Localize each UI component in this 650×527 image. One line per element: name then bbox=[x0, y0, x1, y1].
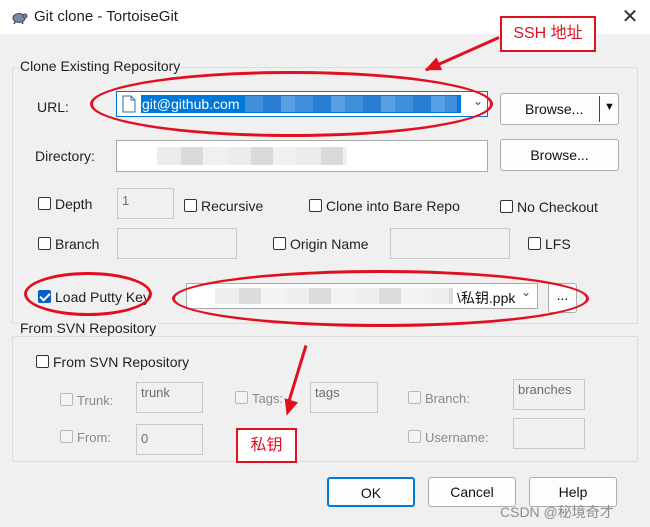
putty-key-highlight-circle bbox=[172, 270, 589, 327]
url-browse-split-button[interactable]: Browse... ▼ bbox=[500, 93, 619, 125]
depth-input[interactable]: 1 bbox=[117, 188, 174, 219]
depth-label: Depth bbox=[55, 196, 93, 212]
origin-name-checkbox[interactable] bbox=[273, 237, 286, 250]
origin-name-input[interactable] bbox=[390, 228, 510, 259]
branch-checkbox[interactable] bbox=[38, 237, 51, 250]
from-checkbox[interactable] bbox=[60, 430, 73, 443]
tags-checkbox[interactable] bbox=[235, 391, 248, 404]
tags-input[interactable]: tags bbox=[310, 382, 378, 413]
svn-branch-checkbox[interactable] bbox=[408, 391, 421, 404]
split-divider bbox=[599, 96, 600, 122]
branch-input[interactable] bbox=[117, 228, 237, 259]
ok-button[interactable]: OK bbox=[327, 477, 415, 507]
directory-browse-button[interactable]: Browse... bbox=[500, 139, 619, 171]
depth-checkbox[interactable] bbox=[38, 197, 51, 210]
trunk-input[interactable]: trunk bbox=[136, 382, 203, 413]
from-svn-label: From SVN Repository bbox=[53, 354, 190, 370]
recursive-checkbox[interactable] bbox=[184, 199, 197, 212]
ssh-address-annotation: SSH 地址 bbox=[500, 16, 596, 52]
url-browse-label[interactable]: Browse... bbox=[525, 101, 583, 117]
bare-repo-label: Clone into Bare Repo bbox=[326, 198, 460, 214]
directory-redacted-text bbox=[157, 147, 347, 165]
tags-label: Tags: bbox=[252, 391, 284, 406]
url-label: URL: bbox=[37, 99, 69, 115]
trunk-label: Trunk: bbox=[77, 393, 114, 408]
csdn-watermark: CSDN @秘境奇才 bbox=[500, 504, 614, 520]
svn-group-label: From SVN Repository bbox=[18, 320, 159, 336]
username-checkbox[interactable] bbox=[408, 430, 421, 443]
close-button[interactable]: ✕ bbox=[614, 2, 646, 32]
recursive-label: Recursive bbox=[201, 198, 264, 214]
private-key-annotation: 私钥 bbox=[236, 428, 297, 463]
bare-repo-checkbox[interactable] bbox=[309, 199, 322, 212]
tortoisegit-logo-icon bbox=[12, 13, 28, 25]
directory-input[interactable] bbox=[116, 140, 488, 172]
username-input[interactable] bbox=[513, 418, 585, 449]
url-highlight-circle bbox=[90, 71, 493, 137]
svn-branch-input[interactable]: branches bbox=[513, 379, 585, 410]
username-label: Username: bbox=[425, 430, 489, 445]
clone-existing-group-label: Clone Existing Repository bbox=[18, 58, 183, 74]
lfs-checkbox[interactable] bbox=[528, 237, 541, 250]
url-browse-dropdown-arrow-icon[interactable]: ▼ bbox=[604, 101, 615, 113]
origin-name-label: Origin Name bbox=[290, 236, 369, 252]
from-label: From: bbox=[77, 430, 111, 445]
no-checkout-label: No Checkout bbox=[517, 199, 598, 215]
window-title: Git clone - TortoiseGit bbox=[34, 8, 178, 25]
no-checkout-checkbox[interactable] bbox=[500, 200, 513, 213]
putty-checkbox-highlight-circle bbox=[24, 272, 152, 316]
lfs-label: LFS bbox=[545, 236, 571, 252]
from-svn-checkbox[interactable] bbox=[36, 355, 49, 368]
from-input[interactable]: 0 bbox=[136, 424, 203, 455]
branch-label: Branch bbox=[55, 236, 100, 252]
svn-branch-label: Branch: bbox=[425, 391, 470, 406]
trunk-checkbox[interactable] bbox=[60, 393, 73, 406]
directory-label: Directory: bbox=[35, 148, 95, 164]
